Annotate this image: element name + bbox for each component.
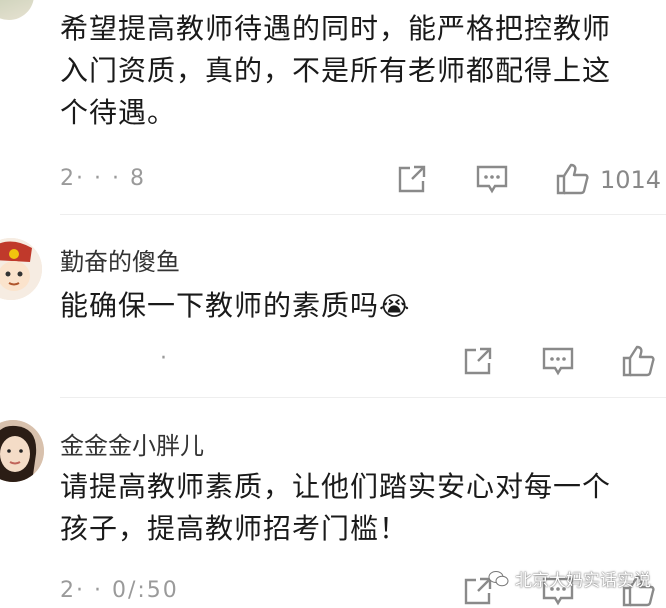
avatar[interactable] (0, 238, 42, 300)
share-icon[interactable] (463, 346, 493, 376)
avatar[interactable] (0, 0, 34, 20)
crying-emoji-icon: 😭 (379, 292, 411, 322)
comment-text: 能确保一下教师的素质吗😭 (60, 289, 411, 322)
comment-icon[interactable] (542, 347, 574, 377)
watermark-text: 北京大妈实话实说 (515, 571, 651, 591)
username[interactable]: 金金金小胖儿 (60, 426, 204, 461)
like-icon[interactable] (622, 344, 656, 378)
like-count: 1014 (600, 166, 662, 194)
comment-timestamp: 2· · · 8 (60, 166, 146, 191)
comment-timestamp: 2· · 0/:50 (60, 578, 179, 603)
comment-text: 请提高教师素质，让他们踏实安心对每一个 孩子，提高教师招考门槛！ (60, 470, 612, 545)
comment-timestamp: · (160, 346, 169, 371)
comment-icon[interactable] (476, 165, 508, 195)
wechat-icon (488, 570, 510, 588)
divider (60, 214, 666, 215)
comment-text: 希望提高教师待遇的同时，能严格把控教师 入门资质，真的，不是所有老师都配得上这 … (60, 12, 612, 129)
like-icon[interactable] (556, 162, 590, 196)
divider (60, 397, 666, 398)
avatar[interactable] (0, 420, 44, 482)
username[interactable]: 勤奋的傻鱼 (60, 242, 180, 277)
share-icon[interactable] (397, 164, 427, 194)
watermark: 北京大妈实话实说 (488, 566, 651, 591)
